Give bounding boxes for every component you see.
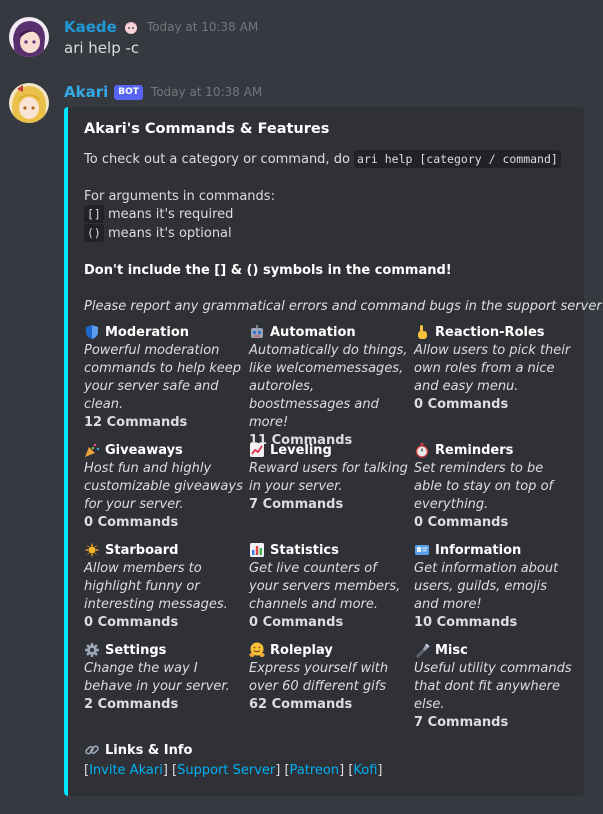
flashlight-icon xyxy=(414,642,430,658)
field-name: Statistics xyxy=(270,542,339,558)
field-name: Roleplay xyxy=(270,642,333,658)
field-description: Change the way I behave in your server. xyxy=(84,661,230,694)
field-command-count: 7 Commands xyxy=(414,715,509,730)
optional-code: () xyxy=(84,224,104,242)
field-description: Powerful moderation commands to help kee… xyxy=(84,343,241,412)
args-heading: For arguments in commands: xyxy=(84,189,275,204)
field-description: Get live counters of your servers member… xyxy=(249,561,401,612)
field-name: Information xyxy=(435,542,522,558)
field-name: Links & Info xyxy=(105,742,193,758)
avatar[interactable] xyxy=(9,17,49,57)
embed-warning: Don't include the [] & () symbols in the… xyxy=(84,263,452,278)
field-command-count: 0 Commands xyxy=(249,615,344,630)
required-code: [] xyxy=(84,205,104,223)
shield-icon xyxy=(84,324,100,340)
field-moderation: Moderation Powerful moderation commands … xyxy=(84,323,244,432)
field-information: Information Get information about users,… xyxy=(414,541,574,632)
optional-text: means it's optional xyxy=(103,226,232,241)
field-description: Get information about users, guilds, emo… xyxy=(414,561,559,612)
support-server-link[interactable]: Support Server xyxy=(177,763,275,778)
field-description: Allow users to pick their own roles from… xyxy=(414,343,571,394)
field-starboard: Starboard Allow members to highlight fun… xyxy=(84,541,244,632)
field-command-count: 2 Commands xyxy=(84,697,179,712)
field-description: Automatically do things, like welcomemes… xyxy=(249,343,408,430)
id-card-icon xyxy=(414,542,430,558)
field-command-count: 10 Commands xyxy=(414,615,518,630)
field-description: Express yourself with over 60 different … xyxy=(249,661,389,694)
field-automation: Automation Automatically do things, like… xyxy=(249,323,409,450)
field-roleplay: Roleplay Express yourself with over 60 d… xyxy=(249,641,409,714)
field-misc: Misc Useful utility commands that dont f… xyxy=(414,641,574,732)
field-name: Leveling xyxy=(270,442,332,458)
patreon-link[interactable]: Patreon xyxy=(290,763,340,778)
field-name: Settings xyxy=(105,642,167,658)
kofi-link[interactable]: Kofi xyxy=(353,763,377,778)
username[interactable]: Akari xyxy=(64,83,108,101)
field-description: Reward users for talking in your server. xyxy=(249,461,408,494)
required-text: means it's required xyxy=(103,207,234,222)
help-command-code: ari help [category / command] xyxy=(354,150,561,168)
field-command-count: 0 Commands xyxy=(84,515,179,530)
field-description: Set reminders to be able to stay on top … xyxy=(414,461,554,512)
field-settings: Settings Change the way I behave in your… xyxy=(84,641,244,714)
field-command-count: 62 Commands xyxy=(249,697,353,712)
star-icon xyxy=(84,542,100,558)
field-command-count: 0 Commands xyxy=(414,515,509,530)
party-popper-icon xyxy=(84,442,100,458)
embed-title: Akari's Commands & Features xyxy=(84,121,330,137)
field-name: Starboard xyxy=(105,542,179,558)
optional-line: () means it's optional xyxy=(84,224,232,242)
field-command-count: 0 Commands xyxy=(414,397,509,412)
field-command-count: 0 Commands xyxy=(84,615,179,630)
anime-girl-emoji-icon xyxy=(123,19,139,35)
field-name: Reaction-Roles xyxy=(435,324,545,340)
intro-text: To check out a category or command, do xyxy=(84,152,355,167)
avatar[interactable] xyxy=(9,83,49,123)
field-giveaways: Giveaways Host fun and highly customizab… xyxy=(84,441,244,532)
field-name: Automation xyxy=(270,324,356,340)
embed: Akari's Commands & Features To check out… xyxy=(64,107,603,796)
robot-icon xyxy=(249,324,265,340)
field-reaction-roles: Reaction-Roles Allow users to pick their… xyxy=(414,323,574,414)
gear-icon xyxy=(84,642,100,658)
timestamp: Today at 10:38 AM xyxy=(146,20,259,34)
field-links-info: Links & Info xyxy=(84,741,384,759)
field-description: Allow members to highlight funny or inte… xyxy=(84,561,228,612)
bot-badge: BOT xyxy=(114,84,143,100)
field-description: Host fun and highly customizable giveawa… xyxy=(84,461,243,512)
bar-chart-icon xyxy=(249,542,265,558)
field-name: Moderation xyxy=(105,324,190,340)
timestamp: Today at 10:38 AM xyxy=(150,85,263,99)
field-description: Useful utility commands that dont fit an… xyxy=(414,661,572,712)
required-line: [] means it's required xyxy=(84,205,234,223)
field-leveling: Leveling Reward users for talking in you… xyxy=(249,441,409,514)
embed-intro: To check out a category or command, do a… xyxy=(84,150,561,168)
field-command-count: 7 Commands xyxy=(249,497,344,512)
field-name: Giveaways xyxy=(105,442,183,458)
username[interactable]: Kaede xyxy=(64,18,117,36)
field-name: Misc xyxy=(435,642,468,658)
link-icon xyxy=(84,742,100,758)
field-statistics: Statistics Get live counters of your ser… xyxy=(249,541,409,632)
field-reminders: Reminders Set reminders to be able to st… xyxy=(414,441,574,532)
stopwatch-icon xyxy=(414,442,430,458)
field-command-count: 12 Commands xyxy=(84,415,188,430)
message-text: ari help -c xyxy=(64,39,140,57)
hugging-face-icon xyxy=(249,642,265,658)
chart-up-icon xyxy=(249,442,265,458)
invite-link[interactable]: Invite Akari xyxy=(89,763,163,778)
field-name: Reminders xyxy=(435,442,514,458)
embed-report-note: Please report any grammatical errors and… xyxy=(84,299,603,314)
pointing-hand-icon xyxy=(414,324,430,340)
links-row: [Invite Akari] [Support Server] [Patreon… xyxy=(84,763,383,778)
